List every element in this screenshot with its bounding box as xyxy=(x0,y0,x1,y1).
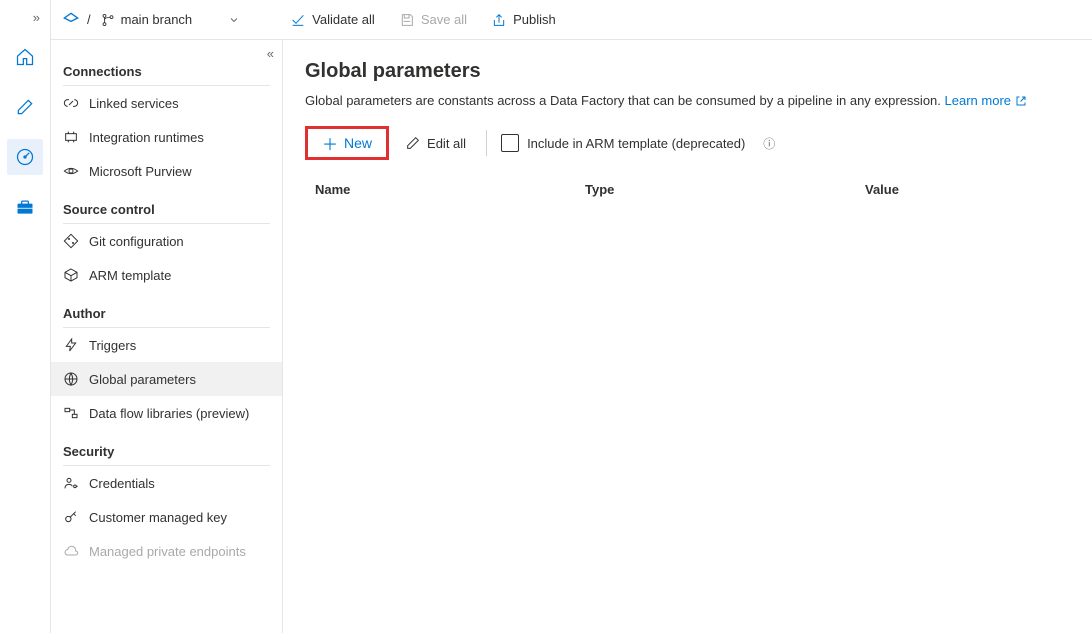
branch-icon xyxy=(101,13,115,27)
publish-icon xyxy=(491,12,507,28)
person-key-icon xyxy=(63,475,79,491)
new-label: New xyxy=(344,135,372,151)
sidebar-item-label: Data flow libraries (preview) xyxy=(89,406,249,421)
sidebar-item-label: Managed private endpoints xyxy=(89,544,246,559)
plus-icon: ＋ xyxy=(322,131,338,155)
page-title: Global parameters xyxy=(305,60,1070,83)
include-arm-row[interactable]: Include in ARM template (deprecated) xyxy=(501,134,745,152)
sidebar-item-integration-runtimes[interactable]: Integration runtimes xyxy=(51,120,282,154)
section-security-title: Security xyxy=(51,430,282,465)
git-icon xyxy=(63,233,79,249)
sidebar-item-cmk[interactable]: Customer managed key xyxy=(51,500,282,534)
action-row: ＋ New Edit all Include in ARM template (… xyxy=(305,126,1070,160)
breadcrumb-separator: / xyxy=(87,12,91,27)
topbar: / main branch Validate all Save all Publ… xyxy=(51,0,1092,40)
left-rail: » xyxy=(0,0,50,633)
sidebar-item-arm-template[interactable]: ARM template xyxy=(51,258,282,292)
column-type: Type xyxy=(585,182,865,197)
validate-all-button[interactable]: Validate all xyxy=(280,5,385,35)
lightning-icon xyxy=(63,337,79,353)
check-underline-icon xyxy=(290,12,306,28)
sidebar-item-triggers[interactable]: Triggers xyxy=(51,328,282,362)
section-connections-title: Connections xyxy=(51,50,282,85)
sidebar-item-label: Git configuration xyxy=(89,234,184,249)
sidebar-item-git-config[interactable]: Git configuration xyxy=(51,224,282,258)
pencil-icon xyxy=(405,135,421,151)
sidebar-item-dataflow-libs[interactable]: Data flow libraries (preview) xyxy=(51,396,282,430)
external-link-icon xyxy=(1015,95,1027,107)
factory-icon xyxy=(63,12,79,28)
new-button[interactable]: ＋ New xyxy=(305,126,389,160)
content: Global parameters Global parameters are … xyxy=(283,40,1092,633)
branch-label: main branch xyxy=(121,12,193,27)
rail-monitor[interactable] xyxy=(7,139,43,175)
section-source-control-title: Source control xyxy=(51,188,282,223)
sidebar-item-label: Integration runtimes xyxy=(89,130,204,145)
flow-icon xyxy=(63,405,79,421)
home-icon xyxy=(15,47,35,67)
publish-button[interactable]: Publish xyxy=(481,5,566,35)
sidebar-item-label: Global parameters xyxy=(89,372,196,387)
sidebar: « Connections Linked services Integratio… xyxy=(51,40,283,633)
edit-all-label: Edit all xyxy=(427,136,466,151)
sidebar-item-credentials[interactable]: Credentials xyxy=(51,466,282,500)
rail-home[interactable] xyxy=(7,39,43,75)
learn-more-link[interactable]: Learn more xyxy=(945,93,1027,108)
sidebar-item-linked-services[interactable]: Linked services xyxy=(51,86,282,120)
branch-dropdown[interactable]: main branch xyxy=(99,12,243,27)
sidebar-item-managed-pe: Managed private endpoints xyxy=(51,534,282,568)
cloud-icon xyxy=(63,543,79,559)
sidebar-item-global-parameters[interactable]: Global parameters xyxy=(51,362,282,396)
sidebar-item-purview[interactable]: Microsoft Purview xyxy=(51,154,282,188)
table-header: Name Type Value xyxy=(305,176,1070,205)
rail-manage[interactable] xyxy=(7,189,43,225)
sidebar-item-label: Credentials xyxy=(89,476,155,491)
cube-icon xyxy=(63,267,79,283)
column-name: Name xyxy=(305,182,585,197)
edit-all-button[interactable]: Edit all xyxy=(399,126,472,160)
toolbox-icon xyxy=(15,197,35,217)
sidebar-item-label: Microsoft Purview xyxy=(89,164,192,179)
gauge-icon xyxy=(15,147,35,167)
column-value: Value xyxy=(865,182,1070,197)
chevron-down-icon xyxy=(228,14,240,26)
section-author-title: Author xyxy=(51,292,282,327)
sidebar-item-label: Linked services xyxy=(89,96,179,111)
publish-label: Publish xyxy=(513,12,556,27)
rail-author[interactable] xyxy=(7,89,43,125)
rail-expand-icon[interactable]: » xyxy=(0,10,50,25)
sidebar-item-label: Triggers xyxy=(89,338,136,353)
validate-all-label: Validate all xyxy=(312,12,375,27)
page-description-text: Global parameters are constants across a… xyxy=(305,93,941,108)
pencil-icon xyxy=(15,97,35,117)
sidebar-item-label: ARM template xyxy=(89,268,171,283)
runtime-icon xyxy=(63,129,79,145)
save-all-label: Save all xyxy=(421,12,467,27)
divider xyxy=(486,130,487,156)
info-icon[interactable]: ⓘ xyxy=(763,135,775,152)
learn-more-label: Learn more xyxy=(945,93,1011,108)
eye-icon xyxy=(63,163,79,179)
key-icon xyxy=(63,509,79,525)
sidebar-item-label: Customer managed key xyxy=(89,510,227,525)
include-arm-checkbox[interactable] xyxy=(501,134,519,152)
save-icon xyxy=(399,12,415,28)
link-icon xyxy=(63,95,79,111)
save-all-button: Save all xyxy=(389,5,477,35)
page-description: Global parameters are constants across a… xyxy=(305,93,1070,108)
include-arm-label: Include in ARM template (deprecated) xyxy=(527,136,745,151)
sidebar-collapse-icon[interactable]: « xyxy=(267,46,274,61)
globe-icon xyxy=(63,371,79,387)
